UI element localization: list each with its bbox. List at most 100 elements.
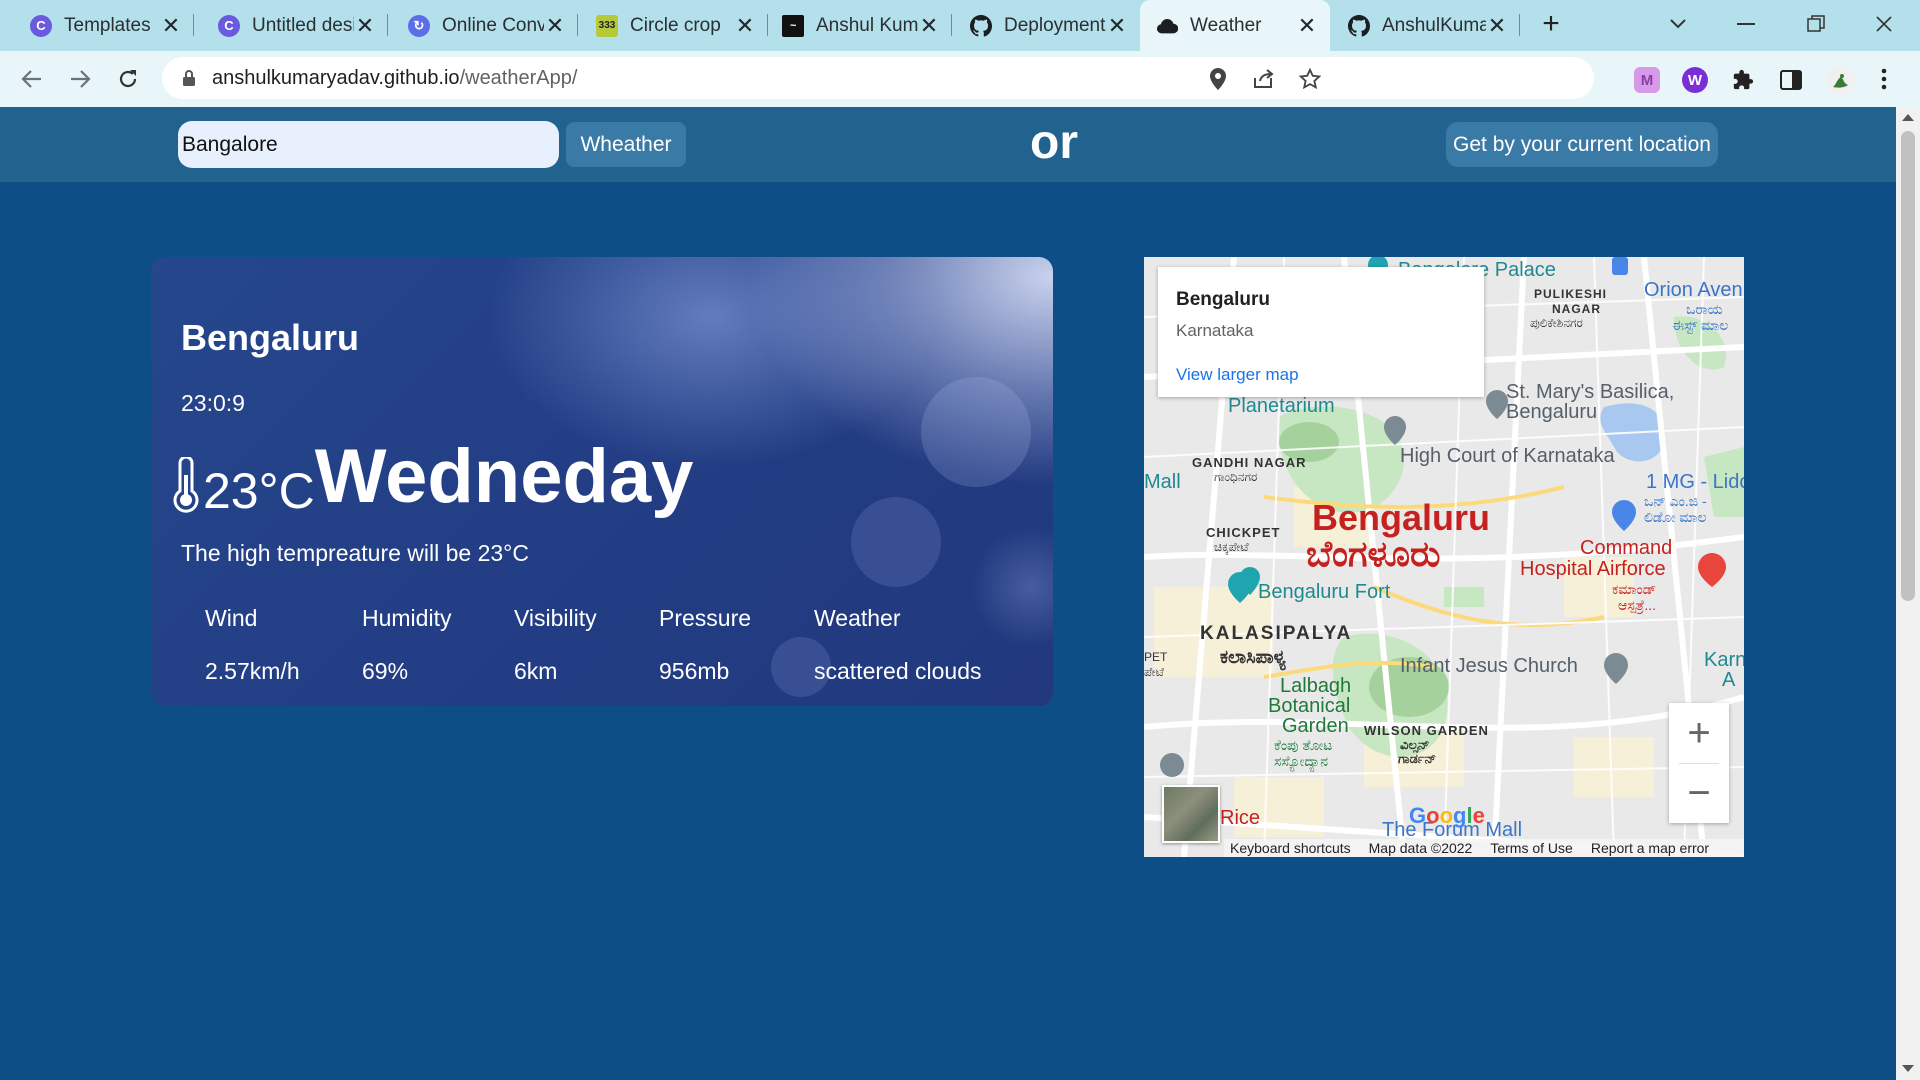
close-icon[interactable]: ✕: [544, 13, 566, 39]
stat-pressure: Pressure 956mb: [659, 605, 751, 685]
page-content: Wheather or Get by your current location…: [0, 107, 1896, 1080]
map-label: ಲಿಡೋ ಮಾಲ: [1644, 509, 1707, 525]
close-icon[interactable]: ✕: [734, 13, 756, 39]
tab-separator: [387, 14, 388, 36]
chrome-menu-icon[interactable]: [1872, 61, 1896, 97]
url-text: anshulkumaryadav.github.io/weatherApp/: [212, 67, 577, 90]
map-label: Bengaluru Fort: [1258, 581, 1391, 603]
extension-m-icon[interactable]: M: [1634, 67, 1660, 93]
report-map-error-link[interactable]: Report a map error: [1591, 840, 1709, 856]
zoom-in-button[interactable]: +: [1669, 703, 1729, 763]
map-label: Bengaluru: [1506, 401, 1598, 423]
map-label: Garden: [1282, 715, 1349, 737]
keyboard-shortcuts-link[interactable]: Keyboard shortcuts: [1230, 840, 1351, 856]
scrollbar-thumb[interactable]: [1901, 131, 1915, 601]
app-navbar: Wheather or Get by your current location: [0, 107, 1896, 182]
view-larger-map-link[interactable]: View larger map: [1176, 365, 1299, 385]
map-label: ಆಸ್ಪತ್ರೆ...: [1618, 597, 1656, 613]
temperature-value: 23°C: [203, 463, 315, 519]
close-icon[interactable]: ✕: [1106, 13, 1128, 39]
tab-title: Anshul Kumar: [816, 14, 918, 36]
share-icon[interactable]: [1252, 67, 1276, 91]
new-tab-button[interactable]: +: [1534, 8, 1568, 42]
forward-button[interactable]: [62, 61, 98, 97]
zoom-out-button[interactable]: −: [1669, 763, 1729, 823]
map-label: ಈಸ್ಟ್ ಮಾಲ: [1672, 317, 1729, 333]
map-label: ಕಲಾಸಿಪಾಳ್ಯ: [1220, 647, 1286, 667]
bookmark-star-icon[interactable]: [1298, 67, 1322, 91]
close-icon[interactable]: ✕: [354, 13, 376, 39]
weather-card: Bengaluru 23:0:9 23°C Wedneday The high …: [151, 257, 1053, 706]
close-icon[interactable]: ✕: [1296, 13, 1318, 39]
side-panel-icon[interactable]: [1778, 67, 1804, 93]
tab-title: Online Converter: [442, 14, 544, 36]
map-label: ಕೆಂಪು ತೋಟ: [1274, 737, 1333, 753]
tab-separator: [577, 14, 578, 36]
location-pin-icon[interactable]: [1206, 67, 1230, 91]
map-label: Infant Jesus Church: [1400, 655, 1578, 677]
tab-weather[interactable]: Weather ✕: [1140, 0, 1330, 51]
lock-icon[interactable]: [182, 69, 196, 87]
tab-separator: [1519, 14, 1520, 36]
map-label: Command: [1580, 537, 1673, 559]
map-label: ಸಸ್ಯೋದ್ಯಾನ: [1274, 753, 1329, 769]
stat-value: 69%: [362, 658, 409, 684]
tab-title: Templates: [64, 14, 151, 36]
github-icon: [970, 14, 992, 37]
cloud-icon: [1156, 15, 1178, 37]
tab-online-converter[interactable]: ↻ Online Converter ✕: [392, 0, 578, 51]
map-label: ಕಮಾಂಡ್: [1612, 581, 1657, 597]
tab-github-profile[interactable]: AnshulKumaryadav ✕: [1332, 0, 1520, 51]
restore-button[interactable]: [1798, 6, 1834, 42]
close-icon[interactable]: ✕: [918, 13, 940, 39]
weekday: Wedneday: [314, 434, 694, 519]
tab-search-chevron-icon[interactable]: [1660, 6, 1696, 42]
google-map-embed[interactable]: Bangalore Palace PULIKESHI NAGAR ಪುಲಿಕೇಶ…: [1144, 257, 1744, 857]
stat-label: Weather: [814, 605, 901, 631]
terms-of-use-link[interactable]: Terms of Use: [1490, 840, 1572, 856]
search-weather-button[interactable]: Wheather: [566, 122, 686, 167]
map-label: Mall: [1144, 471, 1181, 493]
map-label: WILSON GARDEN: [1364, 723, 1489, 738]
tab-deployments[interactable]: Deployments ✕: [954, 0, 1140, 51]
temperature-row: 23°C Wedneday: [171, 435, 693, 519]
or-separator-text: or: [1030, 116, 1078, 169]
tab-templates[interactable]: C Templates ✕: [14, 0, 194, 51]
browser-toolbar: anshulkumaryadav.github.io/weatherApp/ M…: [0, 51, 1920, 107]
place-name: Bengaluru: [1176, 289, 1270, 310]
bokeh-decoration: [921, 377, 1031, 487]
stat-wind: Wind 2.57km/h: [205, 605, 300, 685]
address-bar[interactable]: anshulkumaryadav.github.io/weatherApp/: [162, 57, 1594, 99]
close-icon[interactable]: ✕: [1486, 13, 1508, 39]
map-label: ಚಿಕ್ಕಪೇಟೆ: [1214, 540, 1249, 554]
profile-avatar[interactable]: [1826, 65, 1856, 95]
scroll-up-arrow-icon[interactable]: [1902, 114, 1914, 121]
scroll-down-arrow-icon[interactable]: [1902, 1065, 1914, 1072]
map-label: ಗಾಂಧಿನಗರ: [1214, 470, 1258, 484]
map-label: ಗಾರ್ಡನ್: [1398, 751, 1437, 766]
map-data-attribution: Map data ©2022: [1368, 840, 1473, 856]
close-icon[interactable]: ✕: [160, 13, 182, 39]
extension-w-icon[interactable]: W: [1682, 67, 1708, 93]
url-host: anshulkumaryadav.github.io: [212, 66, 460, 89]
tab-title: AnshulKumaryadav: [1382, 14, 1486, 36]
city-search-input[interactable]: [178, 121, 559, 168]
current-location-button[interactable]: Get by your current location: [1446, 122, 1718, 167]
tab-untitled-design[interactable]: C Untitled design ✕: [202, 0, 388, 51]
map-label: Planetarium: [1228, 395, 1335, 417]
tab-circle-crop[interactable]: 333 Circle crop ✕: [580, 0, 768, 51]
reload-button[interactable]: [110, 61, 146, 97]
map-label: 1 MG - Lido: [1646, 471, 1744, 493]
stat-weather: Weather scattered clouds: [814, 605, 981, 685]
tab-anshul-kumar[interactable]: ~ Anshul Kumar ✕: [766, 0, 952, 51]
extensions-puzzle-icon[interactable]: [1730, 67, 1756, 93]
map-label: CHICKPET: [1206, 525, 1281, 540]
canva-icon: C: [30, 14, 52, 37]
back-button[interactable]: [14, 61, 50, 97]
satellite-toggle-thumbnail[interactable]: [1162, 785, 1220, 843]
page-scrollbar[interactable]: [1896, 107, 1920, 1080]
tab-title: Untitled design: [252, 14, 354, 36]
map-label: Orion Aven: [1644, 279, 1743, 301]
close-window-button[interactable]: [1866, 6, 1902, 42]
minimize-button[interactable]: [1728, 6, 1764, 42]
